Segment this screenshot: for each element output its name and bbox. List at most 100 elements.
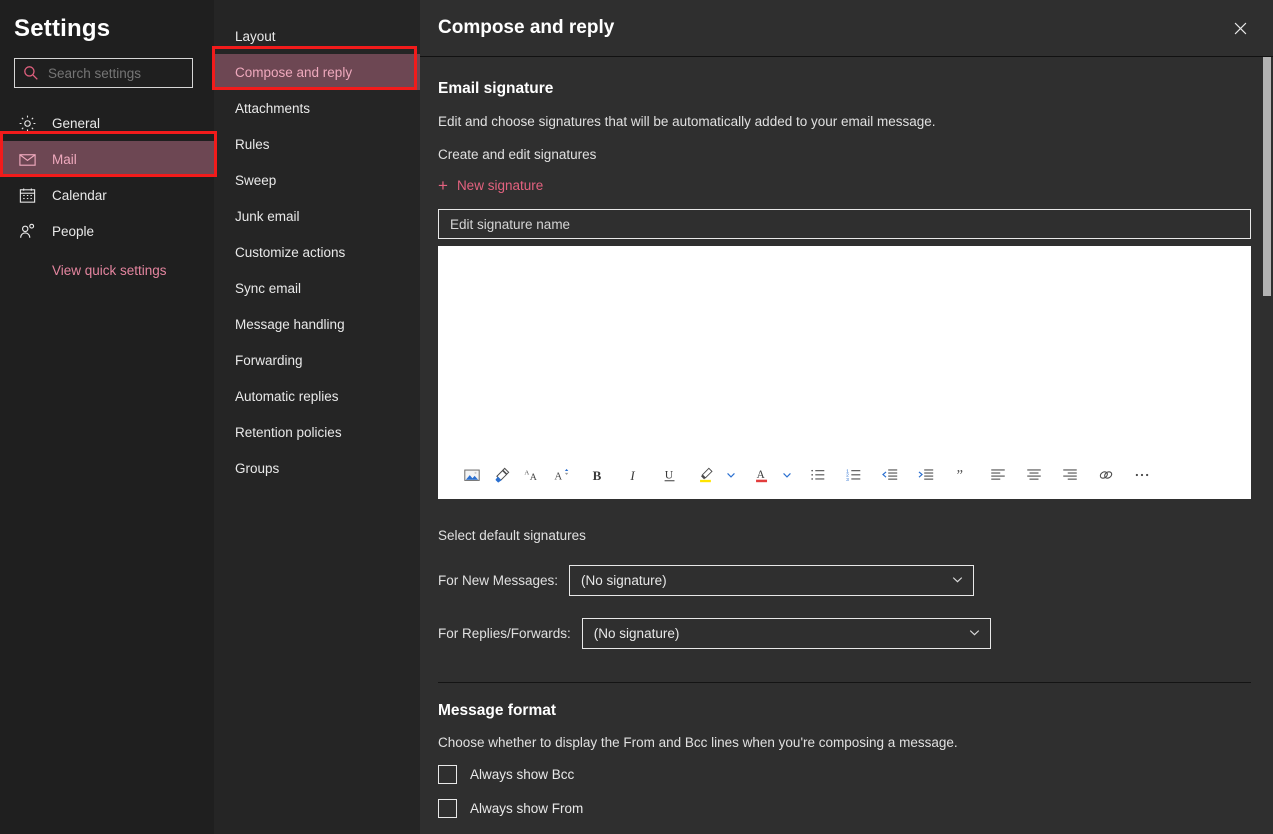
- nav-item-sweep[interactable]: Sweep: [214, 162, 420, 198]
- svg-text:U: U: [665, 469, 674, 482]
- always-show-bcc-label: Always show Bcc: [470, 767, 575, 782]
- insert-picture-icon[interactable]: [457, 460, 487, 490]
- sidebar-item-label: General: [52, 115, 101, 131]
- signature-name-input[interactable]: [438, 209, 1251, 239]
- message-format-description: Choose whether to display the From and B…: [438, 735, 958, 750]
- always-show-from-label: Always show From: [470, 801, 584, 816]
- nav-item-groups[interactable]: Groups: [214, 450, 420, 486]
- for-replies-forwards-value: (No signature): [593, 626, 680, 641]
- panel-scrollbar[interactable]: [1262, 57, 1273, 834]
- page-title: Settings: [14, 15, 111, 42]
- sidebar-item-calendar[interactable]: Calendar: [0, 177, 214, 213]
- always-show-from-checkbox[interactable]: [438, 799, 457, 818]
- insert-link-icon[interactable]: [1091, 460, 1121, 490]
- panel-title: Compose and reply: [438, 17, 615, 38]
- panel-header: Compose and reply: [420, 0, 1273, 57]
- chevron-down-icon: [951, 573, 964, 589]
- nav-item-attachments[interactable]: Attachments: [214, 90, 420, 126]
- highlight-chevron-icon[interactable]: [721, 460, 741, 490]
- section-divider: [438, 682, 1251, 683]
- compose-and-reply-panel: Compose and reply Email signature Edit a…: [420, 0, 1273, 834]
- signature-editor: A A A B I U A 1 2 3 ”: [438, 246, 1251, 499]
- settings-sidebar: Settings General: [0, 0, 214, 834]
- panel-content: Email signature Edit and choose signatur…: [420, 57, 1273, 818]
- sidebar-item-general[interactable]: General: [0, 105, 214, 141]
- underline-icon[interactable]: U: [655, 460, 685, 490]
- svg-text:B: B: [593, 468, 602, 483]
- sidebar-item-label: People: [52, 223, 95, 239]
- nav-item-sync-email[interactable]: Sync email: [214, 270, 420, 306]
- format-painter-icon[interactable]: [487, 460, 517, 490]
- for-new-messages-dropdown[interactable]: (No signature): [569, 565, 975, 596]
- sidebar-item-mail[interactable]: Mail: [0, 141, 214, 177]
- nav-item-customize-actions[interactable]: Customize actions: [214, 234, 420, 270]
- nav-item-layout[interactable]: Layout: [214, 18, 420, 54]
- sidebar-item-label: Mail: [52, 151, 77, 167]
- nav-item-rules[interactable]: Rules: [214, 126, 420, 162]
- new-signature-button[interactable]: + New signature: [438, 177, 543, 194]
- font-color-chevron-icon[interactable]: [777, 460, 797, 490]
- plus-icon: +: [438, 176, 448, 195]
- sidebar-nav: General Mail Calendar People View quick …: [0, 105, 214, 285]
- email-signature-heading: Email signature: [438, 80, 554, 97]
- nav-item-retention-policies[interactable]: Retention policies: [214, 414, 420, 450]
- create-edit-signatures-label: Create and edit signatures: [438, 147, 597, 162]
- view-quick-settings-link[interactable]: View quick settings: [0, 255, 214, 285]
- highlight-color-icon[interactable]: [691, 460, 721, 490]
- select-default-signatures-heading: Select default signatures: [438, 528, 586, 543]
- quote-icon[interactable]: ”: [947, 460, 977, 490]
- calendar-icon: [18, 186, 37, 205]
- always-show-bcc-checkbox[interactable]: [438, 765, 457, 784]
- sidebar-item-people[interactable]: People: [0, 213, 214, 249]
- italic-icon[interactable]: I: [619, 460, 649, 490]
- message-format-heading: Message format: [438, 702, 557, 719]
- for-replies-forwards-row: For Replies/Forwards: (No signature): [438, 618, 1247, 649]
- align-center-icon[interactable]: [1019, 460, 1049, 490]
- mail-settings-nav: Layout Compose and reply Attachments Rul…: [214, 0, 420, 834]
- svg-text:”: ”: [957, 468, 963, 484]
- font-color-icon[interactable]: A: [747, 460, 777, 490]
- align-right-icon[interactable]: [1055, 460, 1085, 490]
- for-new-messages-label: For New Messages:: [438, 573, 559, 588]
- numbered-list-icon[interactable]: 1 2 3: [839, 460, 869, 490]
- signature-editor-canvas[interactable]: [438, 246, 1251, 451]
- formatting-toolbar: A A A B I U A 1 2 3 ”: [438, 451, 1251, 499]
- for-new-messages-row: For New Messages: (No signature): [438, 565, 1247, 596]
- search-icon: [23, 65, 39, 81]
- font-grow-icon[interactable]: A: [547, 460, 577, 490]
- align-left-icon[interactable]: [983, 460, 1013, 490]
- nav-item-junk-email[interactable]: Junk email: [214, 198, 420, 234]
- nav-item-forwarding[interactable]: Forwarding: [214, 342, 420, 378]
- settings-window: Settings General: [0, 0, 1273, 834]
- sidebar-item-label: Calendar: [52, 187, 107, 203]
- nav-item-message-handling[interactable]: Message handling: [214, 306, 420, 342]
- always-show-from-row[interactable]: Always show From: [438, 799, 1247, 818]
- people-icon: [18, 222, 37, 241]
- svg-text:A: A: [554, 471, 562, 483]
- svg-text:I: I: [629, 468, 635, 483]
- gear-icon: [18, 114, 37, 133]
- svg-text:A: A: [757, 469, 766, 481]
- svg-text:A: A: [524, 470, 529, 477]
- always-show-bcc-row[interactable]: Always show Bcc: [438, 765, 1247, 784]
- close-button[interactable]: [1221, 9, 1259, 47]
- chevron-down-icon: [968, 626, 981, 642]
- for-new-messages-value: (No signature): [581, 573, 667, 588]
- nav-item-automatic-replies[interactable]: Automatic replies: [214, 378, 420, 414]
- for-replies-forwards-dropdown[interactable]: (No signature): [581, 618, 991, 649]
- svg-text:3: 3: [846, 477, 849, 483]
- increase-indent-icon[interactable]: [911, 460, 941, 490]
- nav-item-compose-and-reply[interactable]: Compose and reply: [214, 54, 420, 90]
- font-size-icon[interactable]: A A: [517, 460, 547, 490]
- bulleted-list-icon[interactable]: [803, 460, 833, 490]
- new-signature-label: New signature: [456, 178, 544, 193]
- email-signature-description: Edit and choose signatures that will be …: [438, 114, 936, 129]
- bold-icon[interactable]: B: [583, 460, 613, 490]
- more-options-icon[interactable]: [1127, 460, 1157, 490]
- search-settings-box[interactable]: [14, 58, 193, 88]
- scrollbar-thumb[interactable]: [1263, 57, 1271, 296]
- envelope-icon: [18, 150, 37, 169]
- decrease-indent-icon[interactable]: [875, 460, 905, 490]
- svg-text:A: A: [530, 472, 538, 483]
- search-input[interactable]: [48, 65, 178, 81]
